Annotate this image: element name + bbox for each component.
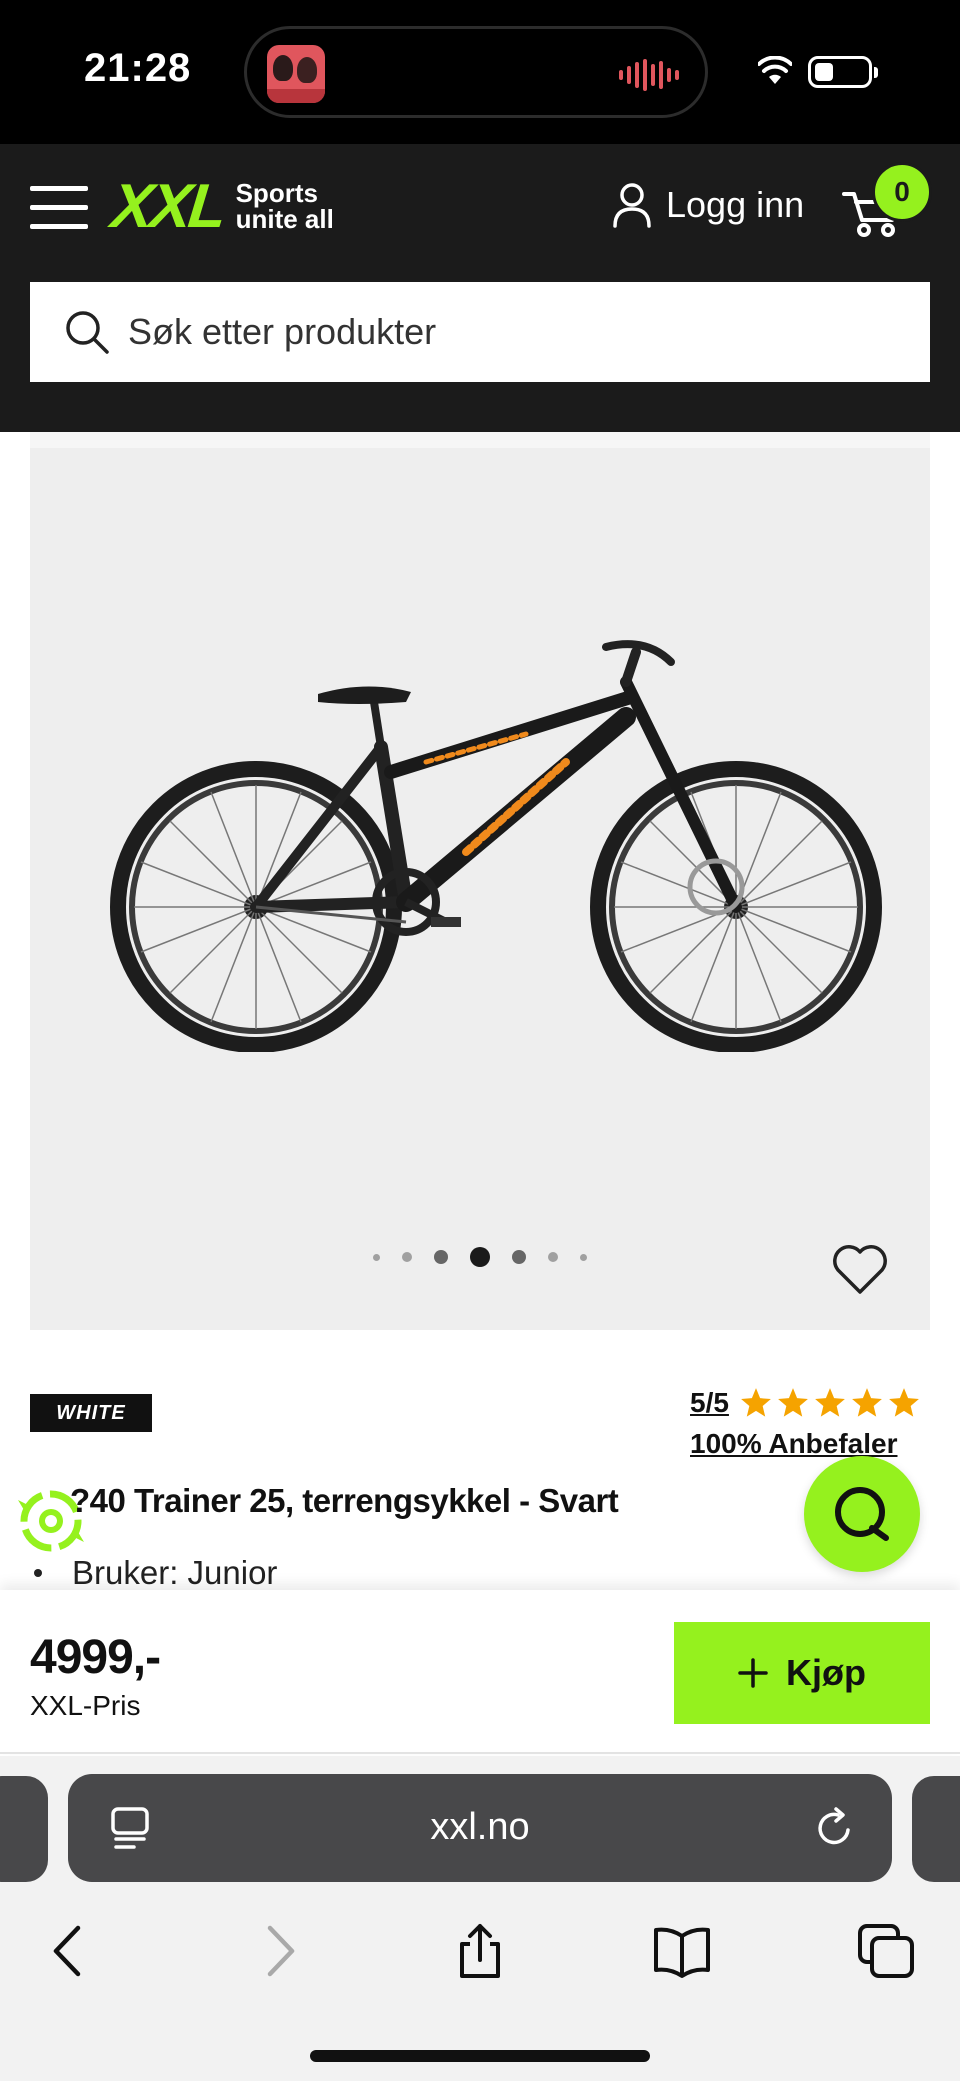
gallery-dot[interactable] — [580, 1253, 587, 1261]
rating-stars — [739, 1386, 921, 1420]
back-icon[interactable] — [40, 1922, 100, 1980]
dynamic-island[interactable] — [244, 26, 708, 118]
gallery-dot[interactable] — [402, 1252, 412, 1262]
battery-icon — [808, 56, 878, 88]
gallery-dot[interactable] — [373, 1253, 380, 1261]
product-feature-text: Bruker: Junior — [72, 1554, 278, 1591]
cart-count-badge: 0 — [872, 162, 932, 222]
gallery-dot[interactable] — [512, 1250, 526, 1264]
gallery-dot[interactable] — [470, 1247, 490, 1267]
buy-bar: 4999,- XXL-Pris Kjøp — [0, 1590, 960, 1754]
home-indicator[interactable] — [310, 2050, 650, 2062]
xxl-logo[interactable]: XXL Sports unite all — [108, 172, 334, 241]
star-icon — [778, 1388, 808, 1417]
login-label: Logg inn — [666, 184, 805, 225]
user-icon — [613, 183, 651, 228]
status-bar: 21:28 — [0, 0, 960, 144]
bullet-icon — [34, 1569, 42, 1577]
bookmarks-icon[interactable] — [652, 1922, 712, 1980]
gallery-pagination — [30, 1247, 930, 1267]
share-icon[interactable] — [450, 1922, 510, 1980]
buy-button[interactable]: Kjøp — [674, 1622, 930, 1724]
gallery-dot[interactable] — [434, 1250, 448, 1264]
brand-logo[interactable]: WHITE — [30, 1394, 152, 1432]
product-price: 4999,- — [30, 1631, 161, 1684]
product-feature-item: Bruker: Junior — [30, 1554, 277, 1592]
search-icon — [66, 311, 109, 354]
search-input[interactable]: Søk etter produkter — [30, 282, 930, 382]
reload-icon[interactable] — [812, 1806, 856, 1850]
chat-button[interactable] — [804, 1456, 920, 1572]
logo-tagline: Sports unite all — [235, 178, 334, 234]
buy-button-label: Kjøp — [786, 1652, 866, 1693]
address-bar[interactable]: xxl.no — [68, 1774, 892, 1882]
product-rating[interactable]: 5/5 — [690, 1386, 921, 1420]
audio-waveform-icon — [619, 59, 679, 91]
forward-icon[interactable] — [248, 1922, 308, 1980]
browser-toolbar: xxl.no — [0, 1756, 960, 2081]
gallery-dot[interactable] — [548, 1252, 558, 1262]
wifi-icon — [758, 56, 792, 84]
star-icon — [815, 1388, 845, 1417]
plus-icon — [738, 1658, 768, 1688]
chat-icon — [835, 1487, 889, 1541]
product-image-bicycle — [110, 640, 882, 1052]
login-button[interactable]: Logg inn — [612, 182, 804, 228]
star-icon — [889, 1388, 919, 1417]
search-placeholder: Søk etter produkter — [128, 311, 437, 352]
address-text: xxl.no — [430, 1806, 530, 1848]
price-label: XXL-Pris — [30, 1690, 141, 1721]
status-time: 21:28 — [84, 46, 192, 90]
product-image-gallery[interactable] — [30, 432, 930, 1330]
rating-score[interactable]: 5/5 — [690, 1387, 729, 1419]
star-icon — [741, 1388, 771, 1417]
hamburger-icon[interactable] — [30, 186, 88, 230]
now-playing-artwork — [267, 45, 325, 103]
star-icon — [852, 1388, 882, 1417]
next-tab-peek[interactable] — [912, 1776, 960, 1882]
site-header: XXL Sports unite all Logg inn 0 Søk ette… — [0, 144, 960, 432]
heart-icon[interactable] — [830, 1242, 890, 1296]
tabs-icon[interactable] — [856, 1922, 916, 1980]
previous-tab-peek[interactable] — [0, 1776, 48, 1882]
product-title: ?40 Trainer 25, terrengsykkel - Svart — [70, 1482, 619, 1519]
browser-nav-toolbar — [0, 1906, 960, 1996]
